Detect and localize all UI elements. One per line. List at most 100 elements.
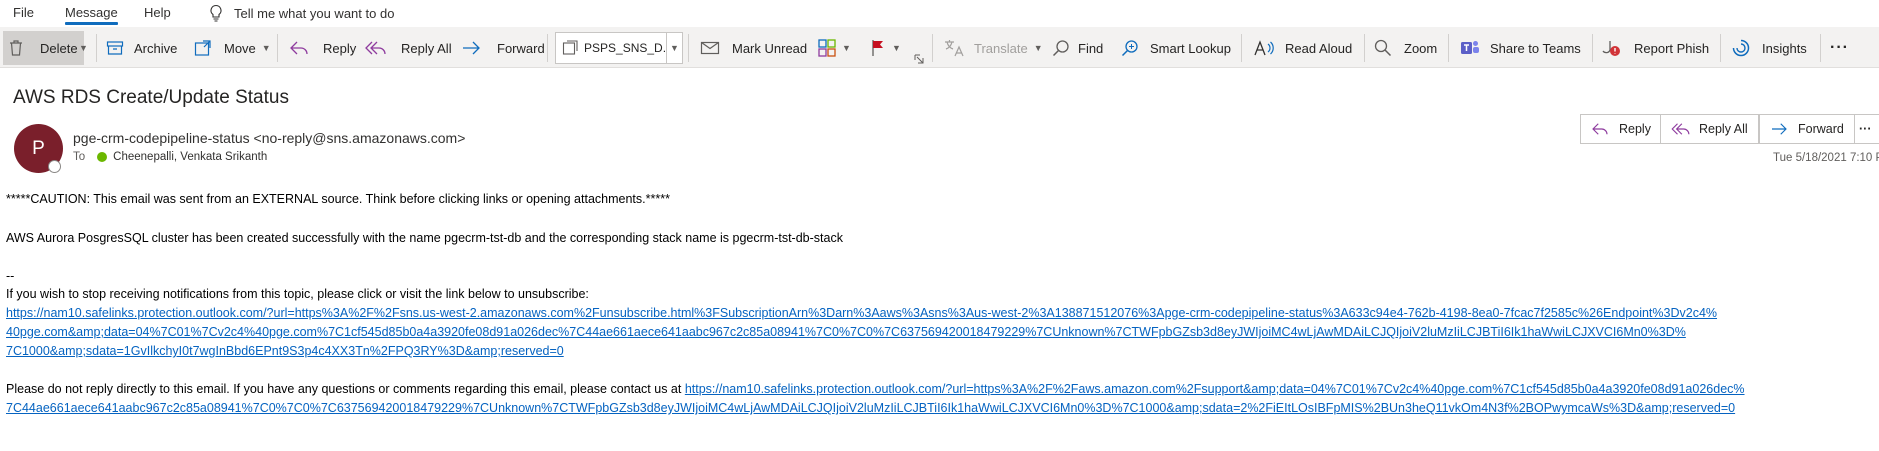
header-forward-label: Forward — [1798, 122, 1844, 136]
menu-bar: File Message Help Tell me what you want … — [0, 0, 1879, 27]
read-aloud-button[interactable]: Read Aloud — [1253, 33, 1352, 63]
header-reply-all-button[interactable]: Reply All — [1660, 114, 1759, 144]
divider — [1448, 34, 1449, 62]
recipient-available-icon — [97, 152, 108, 162]
reply-icon — [290, 41, 308, 55]
tell-me-label: Tell me what you want to do — [234, 5, 395, 21]
teams-icon — [1461, 41, 1479, 54]
divider — [1592, 34, 1593, 62]
chevron-down-icon: ▼ — [1033, 43, 1043, 53]
tell-me-search[interactable]: Tell me what you want to do — [208, 4, 394, 22]
divider — [277, 34, 278, 62]
categorize-icon — [818, 39, 836, 57]
insights-label: Insights — [1762, 40, 1807, 56]
reply-icon — [1592, 123, 1608, 135]
header-reply-button[interactable]: Reply — [1580, 114, 1662, 144]
tab-message[interactable]: Message — [65, 5, 118, 25]
move-button[interactable]: Move ▼ — [194, 33, 271, 63]
mark-unread-button[interactable]: Mark Unread — [700, 33, 807, 63]
forward-label: Forward — [497, 40, 545, 56]
smart-lookup-button[interactable]: Smart Lookup — [1120, 33, 1231, 63]
delete-button[interactable]: Delete — [3, 31, 84, 65]
header-reply-all-label: Reply All — [1699, 122, 1748, 136]
smart-lookup-icon — [1121, 40, 1138, 57]
chevron-down-icon: ▼ — [79, 43, 88, 53]
magnifier-icon — [1374, 39, 1392, 57]
archive-label: Archive — [134, 40, 178, 56]
email-subject: AWS RDS Create/Update Status — [13, 87, 289, 108]
report-phish-button[interactable]: Report Phish — [1602, 33, 1709, 63]
tags-dialog-launcher[interactable] — [914, 52, 924, 66]
divider — [1720, 34, 1721, 62]
email-message: AWS Aurora PosgresSQL cluster has been c… — [6, 231, 843, 245]
reply-button[interactable]: Reply — [289, 33, 356, 63]
unsubscribe-link-line-3[interactable]: 7C1000&amp;sdata=1GvIlkchyI0t7wgInBbd6EP… — [6, 344, 564, 358]
header-forward-button[interactable]: Forward — [1759, 114, 1855, 144]
divider — [932, 34, 933, 62]
reply-all-icon — [365, 41, 386, 55]
chevron-down-icon: ▼ — [670, 43, 679, 53]
tab-file[interactable]: File — [13, 5, 34, 20]
archive-icon — [106, 41, 124, 55]
insights-icon — [1732, 39, 1750, 57]
unsubscribe-link-line-2[interactable]: 40pge.com&amp;data=04%7C01%7Cv2c4%40pge.… — [6, 325, 1686, 339]
move-label: Move — [224, 40, 256, 56]
quick-step-dropdown[interactable]: ▼ — [666, 32, 683, 64]
reply-all-button[interactable]: Reply All — [365, 33, 452, 63]
recipients-line: To Cheenepalli, Venkata Srikanth — [73, 151, 267, 163]
share-to-teams-button[interactable]: Share to Teams — [1460, 33, 1581, 63]
recipient-name[interactable]: Cheenepalli, Venkata Srikanth — [113, 151, 267, 163]
envelope-icon — [700, 41, 720, 55]
forward-arrow-icon — [1772, 123, 1787, 135]
divider — [96, 34, 97, 62]
tab-message-label: Message — [65, 5, 118, 20]
translate-button[interactable]: Translate ▼ — [944, 33, 1043, 63]
divider — [547, 34, 548, 62]
flag-icon — [872, 40, 883, 56]
move-icon — [194, 40, 211, 56]
header-more-button[interactable]: ··· — [1854, 114, 1879, 144]
received-date: Tue 5/18/2021 7:10 P — [1773, 152, 1879, 164]
find-button[interactable]: Find — [1052, 33, 1103, 63]
contact-text: Please do not reply directly to this ema… — [6, 382, 685, 396]
divider — [1241, 34, 1242, 62]
lightbulb-icon — [210, 4, 222, 22]
presence-status-icon — [48, 160, 61, 173]
dialog-launcher-icon — [914, 54, 924, 64]
reply-all-label: Reply All — [401, 40, 452, 56]
ribbon — [0, 27, 1879, 68]
caution-banner: *****CAUTION: This email was sent from a… — [6, 192, 670, 206]
follow-up-button[interactable]: ▼ — [870, 33, 901, 63]
chevron-down-icon: ▼ — [261, 43, 271, 53]
categorize-button[interactable]: ▼ — [818, 33, 851, 63]
smart-lookup-label: Smart Lookup — [1150, 40, 1231, 56]
delete-dropdown[interactable]: ▼ — [79, 33, 88, 63]
chevron-down-icon: ▼ — [892, 43, 901, 53]
header-reply-label: Reply — [1619, 122, 1651, 136]
unsubscribe-link-line-1[interactable]: https://nam10.safelinks.protection.outlo… — [6, 306, 1717, 320]
support-link-line-1[interactable]: https://nam10.safelinks.protection.outlo… — [685, 382, 1745, 396]
read-aloud-label: Read Aloud — [1285, 40, 1353, 56]
trash-icon — [10, 40, 22, 56]
archive-button[interactable]: Archive — [106, 33, 177, 63]
quick-step-button[interactable]: PSPS_SNS_D... — [555, 32, 680, 64]
sender-name[interactable]: pge-crm-codepipeline-status <no-reply@sn… — [73, 130, 465, 146]
unsubscribe-text: If you wish to stop receiving notificati… — [6, 287, 589, 301]
mark-unread-label: Mark Unread — [732, 40, 808, 56]
support-link-line-2[interactable]: 7C44ae661aece641aabc967c2c85a08941%7C0%7… — [6, 401, 1735, 415]
forward-button[interactable]: Forward — [461, 33, 545, 63]
forward-arrow-icon — [463, 41, 480, 55]
translate-icon — [945, 40, 964, 57]
quick-step-label: PSPS_SNS_D... — [584, 41, 673, 55]
insights-button[interactable]: Insights — [1732, 33, 1807, 63]
chevron-down-icon: ▼ — [842, 43, 851, 53]
zoom-button[interactable]: Zoom — [1374, 33, 1437, 63]
search-icon — [1052, 40, 1069, 57]
report-phish-label: Report Phish — [1634, 40, 1710, 56]
tab-help[interactable]: Help — [144, 5, 171, 20]
more-options-button[interactable]: ··· — [1830, 33, 1849, 63]
divider — [1364, 34, 1365, 62]
share-to-teams-label: Share to Teams — [1490, 40, 1581, 56]
zoom-label: Zoom — [1404, 40, 1438, 56]
read-aloud-icon — [1254, 40, 1274, 56]
